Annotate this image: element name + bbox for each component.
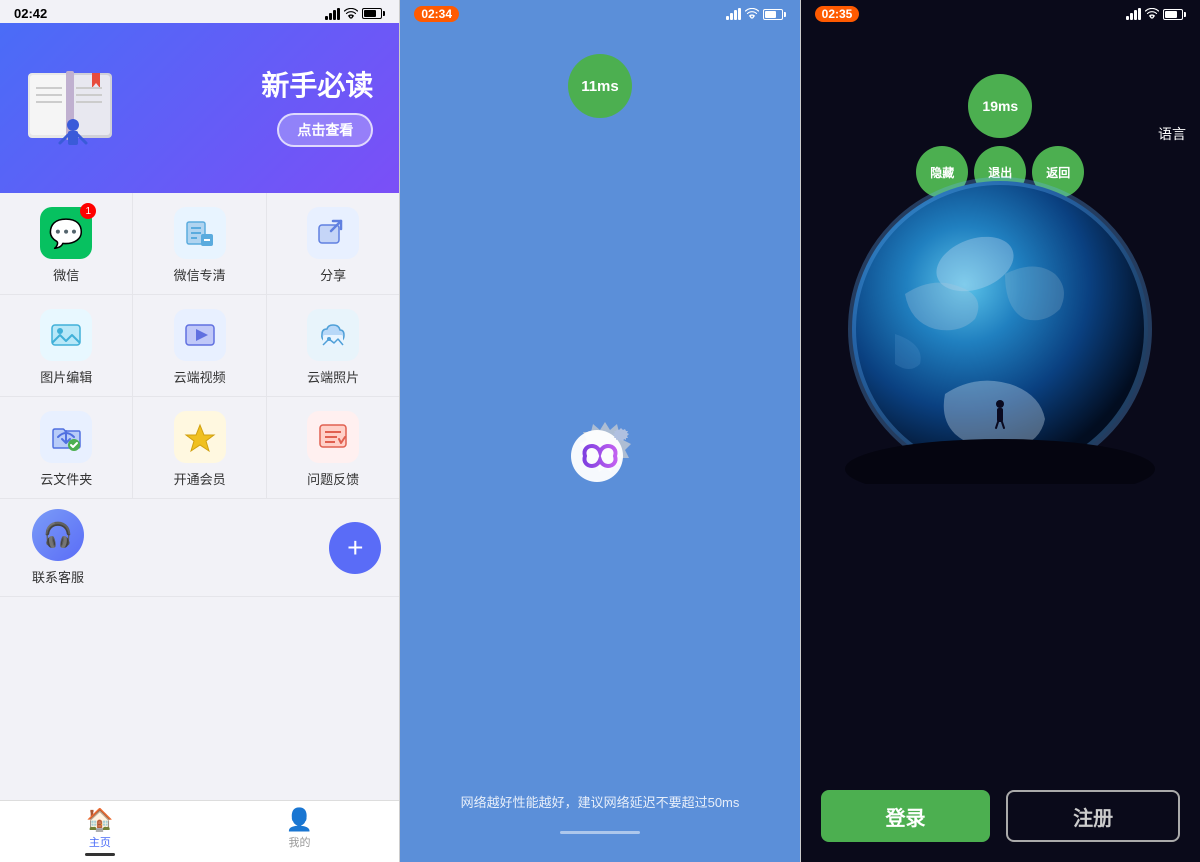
banner[interactable]: 新手必读 点击查看 bbox=[0, 23, 399, 193]
vip-icon bbox=[174, 411, 226, 463]
ping-badge: 11ms bbox=[568, 54, 632, 118]
photo-edit-icon bbox=[40, 309, 92, 361]
grid-item-cloud-photo[interactable]: 云端照片 bbox=[267, 295, 399, 396]
cloud-photo-label: 云端照片 bbox=[307, 367, 359, 386]
wifi-icon-2 bbox=[745, 8, 759, 20]
tab-profile[interactable]: 👤 我的 bbox=[200, 807, 400, 860]
phone-3: 02:35 19ms 隐藏 退出 返回 bbox=[801, 0, 1200, 862]
cloud-folder-label: 云文件夹 bbox=[40, 469, 92, 488]
grid-item-feedback[interactable]: 问题反馈 bbox=[267, 397, 399, 498]
share-label: 分享 bbox=[320, 265, 346, 284]
time-3: 02:35 bbox=[815, 6, 860, 22]
photo-edit-label: 图片编辑 bbox=[40, 367, 92, 386]
profile-icon: 👤 bbox=[286, 807, 313, 833]
wechat-label: 微信 bbox=[53, 265, 79, 284]
feedback-label: 问题反馈 bbox=[307, 469, 359, 488]
grid-item-photo-edit[interactable]: 图片编辑 bbox=[0, 295, 133, 396]
battery-icon bbox=[362, 8, 385, 19]
phone-1: 02:42 bbox=[0, 0, 400, 862]
app-logo bbox=[555, 410, 645, 500]
signal-icon bbox=[325, 8, 340, 20]
app-logo-area bbox=[555, 118, 645, 792]
p2-scrollbar bbox=[560, 831, 640, 834]
wifi-icon-3 bbox=[1145, 8, 1159, 20]
p3-body: 19ms 隐藏 退出 返回 语言 bbox=[801, 24, 1200, 862]
wechat-clean-label: 微信专清 bbox=[174, 265, 226, 284]
service-label: 联系客服 bbox=[32, 567, 84, 586]
battery-icon-3 bbox=[1163, 9, 1186, 20]
banner-book-icon bbox=[18, 53, 128, 163]
cloud-folder-icon bbox=[40, 411, 92, 463]
banner-text: 新手必读 点击查看 bbox=[128, 69, 381, 147]
home-icon: 🏠 bbox=[86, 807, 113, 833]
signal-icon-3 bbox=[1126, 8, 1141, 20]
phone-2: 02:34 11ms bbox=[400, 0, 800, 862]
status-icons-2 bbox=[726, 8, 786, 20]
share-icon bbox=[307, 207, 359, 259]
add-button[interactable]: + bbox=[329, 522, 381, 574]
wifi-icon bbox=[344, 8, 358, 20]
grid-item-wechat[interactable]: 💬 1 微信 bbox=[0, 193, 133, 294]
wechat-badge: 1 bbox=[80, 203, 96, 219]
grid-row-1: 💬 1 微信 微信专清 bbox=[0, 193, 399, 295]
language-label[interactable]: 语言 bbox=[1158, 124, 1186, 144]
service-icon: 🎧 bbox=[32, 509, 84, 561]
status-bar-2: 02:34 bbox=[400, 0, 799, 24]
grid-item-wechat-clean[interactable]: 微信专清 bbox=[133, 193, 266, 294]
grid-item-vip[interactable]: 开通会员 bbox=[133, 397, 266, 498]
login-button[interactable]: 登录 bbox=[821, 790, 991, 842]
service-item[interactable]: 🎧 联系客服 bbox=[18, 509, 98, 586]
tab-profile-label: 我的 bbox=[289, 834, 311, 850]
feedback-icon bbox=[307, 411, 359, 463]
grid-item-cloud-video[interactable]: 云端视频 bbox=[133, 295, 266, 396]
signal-icon-2 bbox=[726, 8, 741, 20]
status-bar-1: 02:42 bbox=[0, 0, 399, 23]
service-row: 🎧 联系客服 + bbox=[0, 499, 399, 597]
tab-home[interactable]: 🏠 主页 bbox=[0, 807, 200, 860]
cloud-video-label: 云端视频 bbox=[174, 367, 226, 386]
grid-row-3: 云文件夹 开通会员 bbox=[0, 397, 399, 499]
time-1: 02:42 bbox=[14, 6, 47, 21]
banner-button[interactable]: 点击查看 bbox=[277, 113, 373, 147]
tab-home-label: 主页 bbox=[89, 834, 111, 850]
wechat-icon: 💬 1 bbox=[40, 207, 92, 259]
tab-bar: 🏠 主页 👤 我的 bbox=[0, 800, 399, 862]
p3-buttons: 登录 注册 bbox=[801, 790, 1200, 842]
banner-title: 新手必读 bbox=[128, 69, 373, 103]
app-grid: 💬 1 微信 微信专清 bbox=[0, 193, 399, 800]
time-2: 02:34 bbox=[414, 6, 459, 22]
register-button[interactable]: 注册 bbox=[1006, 790, 1180, 842]
tab-indicator bbox=[85, 853, 115, 856]
p3-ping-badge: 19ms bbox=[968, 74, 1032, 138]
status-icons-1 bbox=[325, 8, 385, 20]
status-icons-3 bbox=[1126, 8, 1186, 20]
vip-label: 开通会员 bbox=[174, 469, 226, 488]
grid-item-share[interactable]: 分享 bbox=[267, 193, 399, 294]
grid-item-cloud-folder[interactable]: 云文件夹 bbox=[0, 397, 133, 498]
grid-row-2: 图片编辑 云端视频 bbox=[0, 295, 399, 397]
cloud-video-icon bbox=[174, 309, 226, 361]
earth-container bbox=[845, 174, 1155, 484]
p2-hint: 网络越好性能越好，建议网络延迟不要超过50ms bbox=[431, 792, 770, 831]
battery-icon-2 bbox=[763, 9, 786, 20]
p2-body: 11ms bbox=[400, 24, 799, 862]
status-bar-3: 02:35 bbox=[801, 0, 1200, 24]
wechat-clean-icon bbox=[174, 207, 226, 259]
cloud-photo-icon bbox=[307, 309, 359, 361]
